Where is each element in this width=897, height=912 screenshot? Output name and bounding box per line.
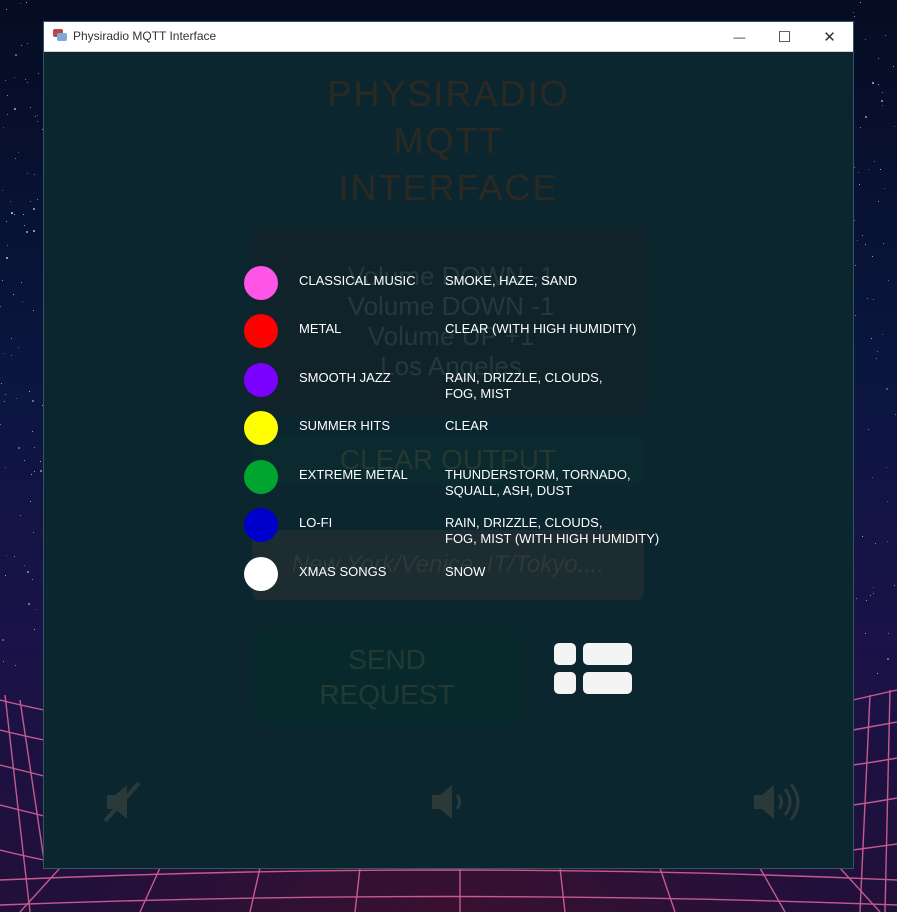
legend-genre: SMOOTH JAZZ (299, 370, 391, 385)
color-swatch (244, 266, 278, 300)
title-bar[interactable]: Physiradio MQTT Interface — ☐ ✕ (44, 22, 853, 52)
legend-weather: THUNDERSTORM, TORNADO, SQUALL, ASH, DUST (445, 467, 631, 498)
legend-genre: EXTREME METAL (299, 467, 408, 482)
legend-genre: METAL (299, 321, 342, 336)
legend-weather: SNOW (445, 564, 486, 579)
maximize-icon: ☐ (777, 28, 792, 46)
legend-genre: LO-FI (299, 515, 333, 530)
legend-weather: CLEAR (WITH HIGH HUMIDITY) (445, 321, 637, 336)
send-request-label: SEND (348, 643, 426, 675)
legend-genre: CLASSICAL MUSIC (299, 273, 416, 288)
send-request-label: REQUEST (319, 678, 455, 710)
app-title: PHYSIRADIO MQTT INTERFACE (44, 70, 853, 211)
list-view-icon[interactable] (554, 643, 634, 697)
legend-weather: RAIN, DRIZZLE, CLOUDS, FOG, MIST (445, 370, 603, 401)
maximize-button[interactable]: ☐ (762, 22, 807, 51)
legend-genre: SUMMER HITS (299, 418, 390, 433)
legend-weather: RAIN, DRIZZLE, CLOUDS, FOG, MIST (WITH HI… (445, 515, 660, 546)
app-logo-icon (53, 29, 67, 41)
minimize-button[interactable]: — (717, 22, 762, 51)
color-swatch (244, 557, 278, 591)
window-title: Physiradio MQTT Interface (73, 29, 217, 43)
legend-genre: XMAS SONGS (299, 564, 387, 579)
close-icon: ✕ (823, 28, 836, 46)
volume-mute-icon[interactable] (99, 777, 159, 827)
color-swatch (244, 314, 278, 348)
color-swatch (244, 508, 278, 542)
app-title-line: PHYSIRADIO (327, 73, 570, 114)
app-window: Physiradio MQTT Interface — ☐ ✕ PHYSIRAD… (44, 22, 853, 868)
minimize-icon: — (733, 29, 746, 44)
color-swatch (244, 460, 278, 494)
send-request-button[interactable]: SEND REQUEST (252, 627, 522, 726)
output-line: Volume DOWN -1 (347, 291, 555, 321)
legend-weather: CLEAR (445, 418, 489, 433)
color-swatch (244, 363, 278, 397)
app-title-line: MQTT (393, 120, 504, 161)
close-button[interactable]: ✕ (807, 22, 852, 51)
app-client-area: PHYSIRADIO MQTT INTERFACE Volume DOWN -1… (44, 52, 853, 868)
color-swatch (244, 411, 278, 445)
legend-weather: SMOKE, HAZE, SAND (445, 273, 578, 288)
app-title-line: INTERFACE (338, 167, 559, 208)
volume-up-icon[interactable] (746, 777, 806, 827)
volume-down-icon[interactable] (424, 777, 484, 827)
